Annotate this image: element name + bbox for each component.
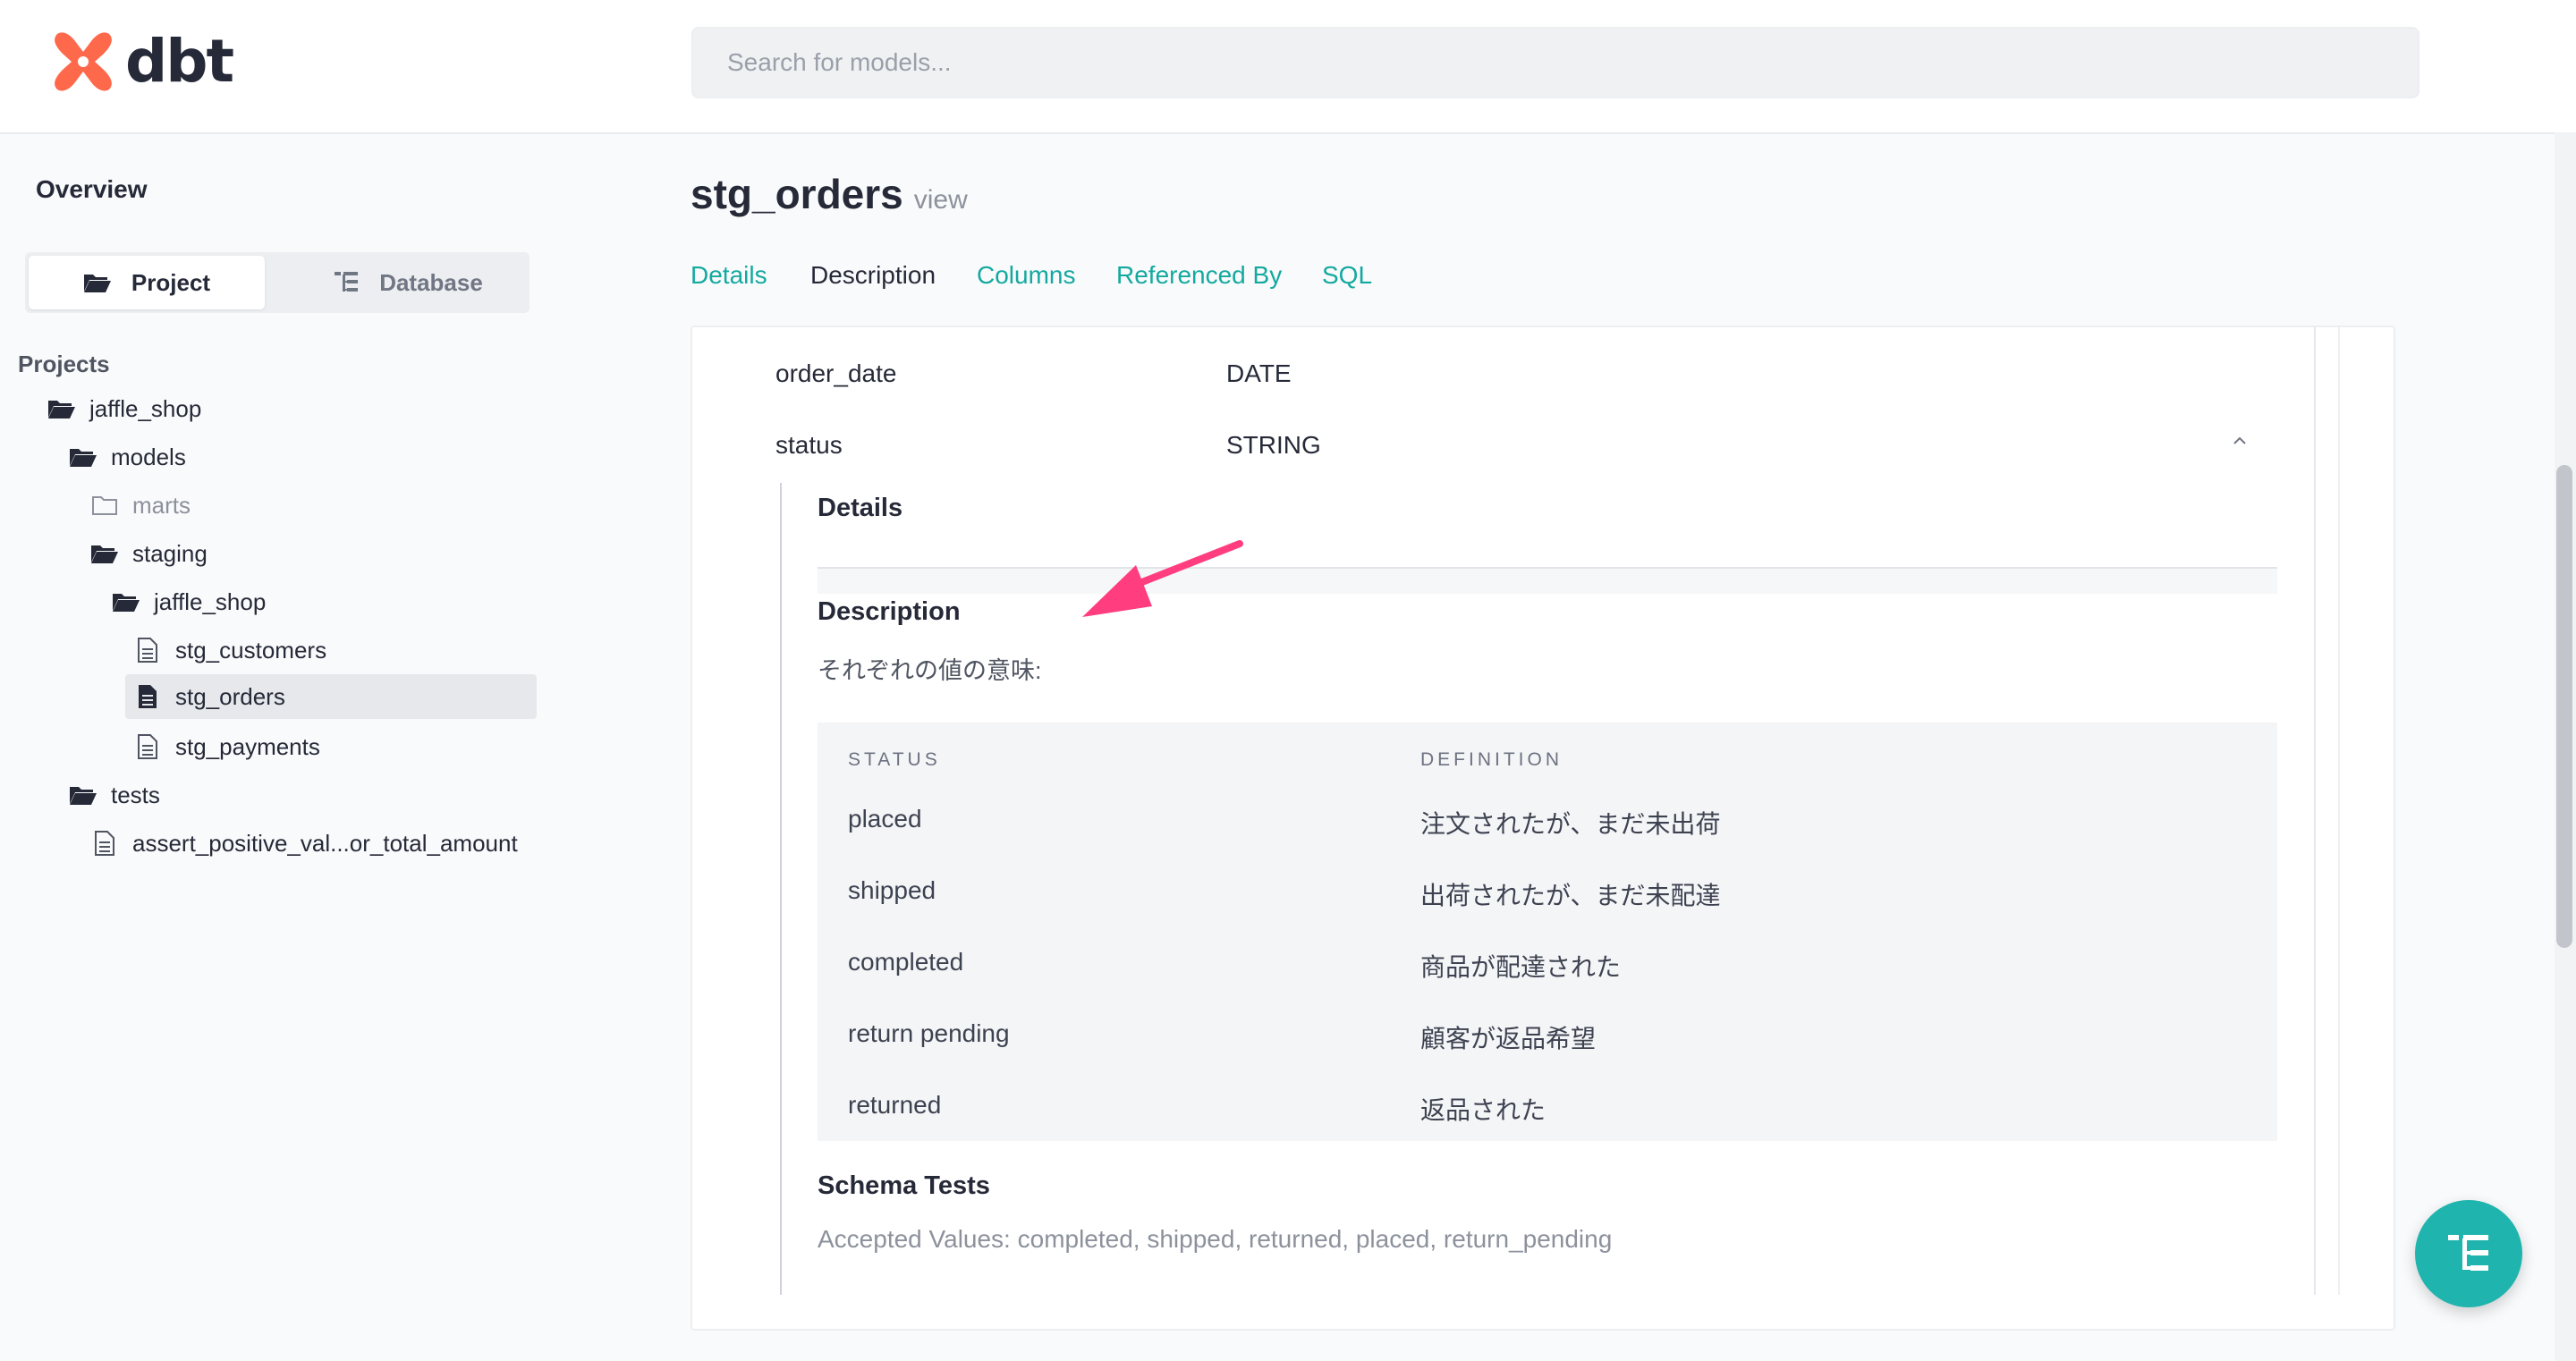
- tree-item-label: jaffle_shop: [154, 588, 267, 615]
- section-divider-band: [818, 569, 2277, 594]
- table-header-definition: DEFINITION: [1420, 749, 1563, 770]
- database-toggle-button[interactable]: Database: [290, 256, 526, 309]
- file-icon: [95, 831, 114, 856]
- tree-item-tests[interactable]: tests: [68, 773, 160, 817]
- tree-item-marts[interactable]: marts: [89, 483, 191, 528]
- description-heading: Description: [818, 597, 961, 626]
- tree-item-models[interactable]: models: [68, 435, 186, 479]
- folder-open-icon: [91, 545, 118, 563]
- database-tree-icon: [335, 272, 359, 292]
- column-type-status: STRING: [1226, 431, 1321, 459]
- model-name: stg_orders: [691, 171, 903, 217]
- projects-label: Projects: [18, 351, 110, 377]
- tree-item-label: models: [111, 443, 186, 470]
- tree-item-stg-orders[interactable]: stg_orders: [125, 674, 537, 719]
- table-header-status: STATUS: [848, 749, 941, 770]
- file-filled-icon: [139, 685, 157, 708]
- tree-item-label: stg_customers: [175, 636, 327, 664]
- description-text: それぞれの値の意味:: [818, 657, 1042, 684]
- chevron-up-icon[interactable]: [2231, 435, 2249, 447]
- table-cell-definition: 顧客が返品希望: [1420, 1025, 1597, 1052]
- tree-item-stg-customers[interactable]: stg_customers: [132, 628, 326, 672]
- table-cell-definition: 商品が配達された: [1420, 953, 1622, 981]
- tree-item-label: stg_orders: [175, 682, 285, 710]
- card-inner-scrollbar-edge: [2338, 327, 2340, 1295]
- dbt-logo[interactable]: dbt: [50, 27, 234, 96]
- project-toggle-label: Project: [131, 268, 211, 296]
- tree-item-stg-payments[interactable]: stg_payments: [132, 724, 320, 769]
- table-cell-status: placed: [848, 805, 922, 833]
- tree-item-label: assert_positive_val...or_total_amount: [132, 829, 518, 857]
- model-type: view: [913, 185, 968, 215]
- schema-tests-heading: Schema Tests: [818, 1171, 990, 1200]
- tab-sql[interactable]: SQL: [1322, 254, 1372, 329]
- folder-outline-icon: [92, 496, 117, 515]
- file-icon: [138, 734, 157, 759]
- table-cell-status: returned: [848, 1091, 942, 1119]
- search-box[interactable]: [691, 27, 2419, 98]
- folder-open-icon: [70, 449, 97, 467]
- table-cell-definition: 出荷されたが、まだ未配達: [1420, 882, 1721, 909]
- tab-description[interactable]: Description: [807, 254, 939, 329]
- tree-item-staging[interactable]: staging: [89, 531, 208, 576]
- search-input[interactable]: [725, 47, 2418, 78]
- top-header: dbt: [0, 0, 2576, 134]
- tree-item-label: tests: [111, 781, 160, 808]
- folder-open-icon: [113, 594, 140, 612]
- file-icon: [138, 638, 157, 663]
- page-scrollbar-thumb[interactable]: [2556, 465, 2572, 948]
- column-name-status[interactable]: status: [775, 431, 843, 460]
- details-heading: Details: [818, 494, 903, 522]
- table-cell-definition: 注文されたが、まだ未出荷: [1420, 810, 1721, 838]
- column-type-order-date: DATE: [1226, 359, 1292, 387]
- card-inner-scrollbar-track: [2314, 327, 2316, 1295]
- project-database-toggle: Project Database: [25, 252, 530, 313]
- schema-tests-text: Accepted Values: completed, shipped, ret…: [818, 1225, 1613, 1253]
- tree-item-label: jaffle_shop: [89, 394, 202, 422]
- lineage-graph-button[interactable]: [2415, 1200, 2522, 1307]
- annotation-arrow-icon: [1082, 540, 1243, 617]
- detail-left-border: [780, 483, 782, 1295]
- status-definition-table: STATUS DEFINITION placed 注文されたが、まだ未出荷 sh…: [818, 723, 2277, 1141]
- logo-text: dbt: [125, 27, 234, 96]
- tree-item-assert-positive[interactable]: assert_positive_val...or_total_amount: [89, 821, 518, 866]
- page-title: stg_orders view: [691, 170, 968, 218]
- overview-link[interactable]: Overview: [36, 175, 148, 204]
- folder-open-icon: [70, 787, 97, 805]
- table-cell-status: return pending: [848, 1019, 1010, 1047]
- table-cell-status: shipped: [848, 876, 936, 904]
- tree-item-jaffle-shop-project[interactable]: jaffle_shop: [47, 386, 201, 431]
- column-name-order-date[interactable]: order_date: [775, 359, 896, 388]
- dbt-logo-icon: [55, 32, 112, 91]
- table-cell-definition: 返品された: [1420, 1096, 1546, 1124]
- tab-referenced-by[interactable]: Referenced By: [1116, 254, 1282, 329]
- folder-open-icon: [83, 275, 111, 292]
- tree-item-jaffle-shop-folder[interactable]: jaffle_shop: [111, 579, 266, 624]
- tree-item-label: marts: [132, 491, 191, 519]
- table-cell-status: completed: [848, 948, 964, 976]
- lineage-graph-icon: [2448, 1235, 2488, 1271]
- tree-item-label: staging: [132, 539, 208, 567]
- project-toggle-button[interactable]: Project: [29, 256, 265, 309]
- tab-columns[interactable]: Columns: [977, 254, 1075, 329]
- tree-item-label: stg_payments: [175, 732, 320, 760]
- database-toggle-label: Database: [379, 268, 483, 296]
- tab-details[interactable]: Details: [691, 254, 767, 329]
- folder-open-icon: [48, 401, 75, 418]
